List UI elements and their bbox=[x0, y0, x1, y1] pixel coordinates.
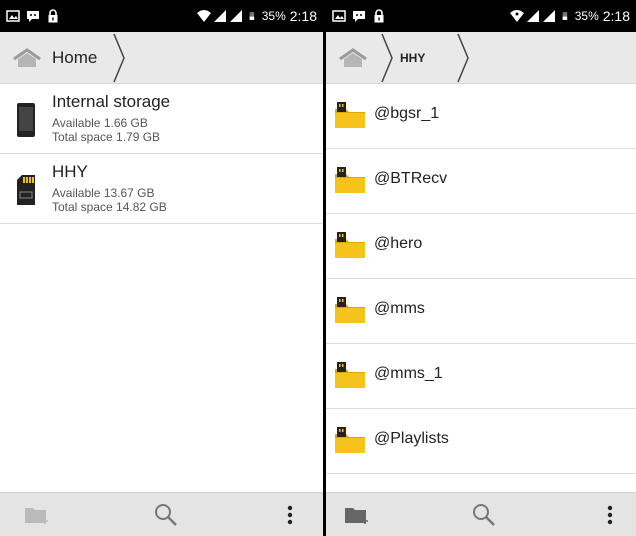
breadcrumb-home[interactable]: Home bbox=[52, 48, 97, 68]
folder-item[interactable]: @hero bbox=[326, 214, 636, 279]
bottom-toolbar-left bbox=[0, 492, 323, 536]
lock-icon bbox=[48, 9, 58, 23]
overflow-menu-icon[interactable] bbox=[276, 501, 304, 529]
folder-item[interactable]: @mms_1 bbox=[326, 344, 636, 409]
folder-name: @hero bbox=[374, 235, 423, 252]
battery-percentage: 35% bbox=[574, 9, 599, 23]
storage-total: Total space 1.79 GB bbox=[52, 130, 161, 144]
storage-name: HHY bbox=[52, 162, 88, 181]
wifi-key-icon bbox=[509, 10, 524, 22]
status-bar-left: 35% 2:18 bbox=[0, 0, 323, 32]
folder-list[interactable]: @bgsr_1 @BTRecv @hero @mms @mms_1 @Playl… bbox=[326, 84, 636, 492]
home-icon[interactable] bbox=[338, 47, 368, 69]
folder-icon bbox=[335, 362, 365, 388]
signal-icon bbox=[213, 10, 226, 22]
breadcrumb-right: HHY bbox=[326, 32, 636, 84]
breadcrumb-separator-icon bbox=[113, 33, 125, 83]
clock: 2:18 bbox=[602, 8, 630, 24]
folder-name: @BTRecv bbox=[374, 170, 448, 187]
signal-icon-2 bbox=[542, 10, 555, 22]
status-bar-right: 35% 2:18 bbox=[326, 0, 636, 32]
signal-icon-2 bbox=[229, 10, 242, 22]
storage-total: Total space 14.82 GB bbox=[52, 200, 167, 214]
folder-item[interactable]: @mms bbox=[326, 279, 636, 344]
storage-item-internal[interactable]: Internal storage Available 1.66 GB Total… bbox=[0, 84, 323, 154]
folder-item[interactable]: @Playlists bbox=[326, 409, 636, 474]
overflow-menu-icon[interactable] bbox=[596, 501, 624, 529]
storage-available: Available 13.67 GB bbox=[52, 186, 155, 200]
battery-icon bbox=[562, 12, 567, 20]
folder-item[interactable]: @bgsr_1 bbox=[326, 84, 636, 149]
gallery-icon bbox=[6, 10, 20, 22]
lock-icon bbox=[374, 9, 384, 23]
signal-icon bbox=[526, 10, 539, 22]
breadcrumb-separator-icon bbox=[381, 33, 393, 83]
phone-icon bbox=[17, 103, 35, 137]
folder-icon bbox=[335, 167, 365, 193]
storage-name: Internal storage bbox=[52, 92, 171, 111]
folder-icon bbox=[335, 297, 365, 323]
storage-available: Available 1.66 GB bbox=[52, 116, 148, 130]
battery-icon bbox=[249, 12, 254, 20]
folder-icon bbox=[335, 232, 365, 258]
new-folder-icon[interactable] bbox=[342, 501, 370, 529]
storage-list: Internal storage Available 1.66 GB Total… bbox=[0, 84, 323, 224]
breadcrumb-left: Home bbox=[0, 32, 323, 84]
sdcard-icon bbox=[17, 175, 35, 205]
folder-item-partial[interactable] bbox=[326, 474, 636, 492]
folder-name: @Playlists bbox=[374, 430, 449, 447]
bottom-toolbar-right bbox=[326, 492, 636, 536]
message-icon bbox=[27, 11, 39, 22]
folder-item[interactable]: @BTRecv bbox=[326, 149, 636, 214]
clock: 2:18 bbox=[289, 8, 317, 24]
wifi-icon bbox=[196, 10, 211, 22]
message-icon bbox=[353, 11, 365, 22]
battery-percentage: 35% bbox=[261, 9, 286, 23]
folder-icon bbox=[335, 427, 365, 453]
folder-name: @bgsr_1 bbox=[374, 105, 440, 122]
storage-item-sdcard[interactable]: HHY Available 13.67 GB Total space 14.82… bbox=[0, 154, 323, 224]
pane-divider bbox=[323, 0, 326, 536]
screen: 35% 2:18 35% 2:18 Home HHY Internal stor… bbox=[0, 0, 636, 536]
folder-name: @mms_1 bbox=[374, 365, 443, 382]
folder-icon bbox=[335, 102, 365, 128]
home-icon[interactable] bbox=[12, 47, 42, 69]
breadcrumb-separator-icon bbox=[457, 33, 469, 83]
search-icon[interactable] bbox=[152, 501, 180, 529]
gallery-icon bbox=[332, 10, 346, 22]
search-icon[interactable] bbox=[470, 501, 498, 529]
new-folder-icon[interactable] bbox=[22, 501, 50, 529]
folder-name: @mms bbox=[374, 300, 425, 317]
breadcrumb-current-folder[interactable]: HHY bbox=[400, 51, 425, 65]
